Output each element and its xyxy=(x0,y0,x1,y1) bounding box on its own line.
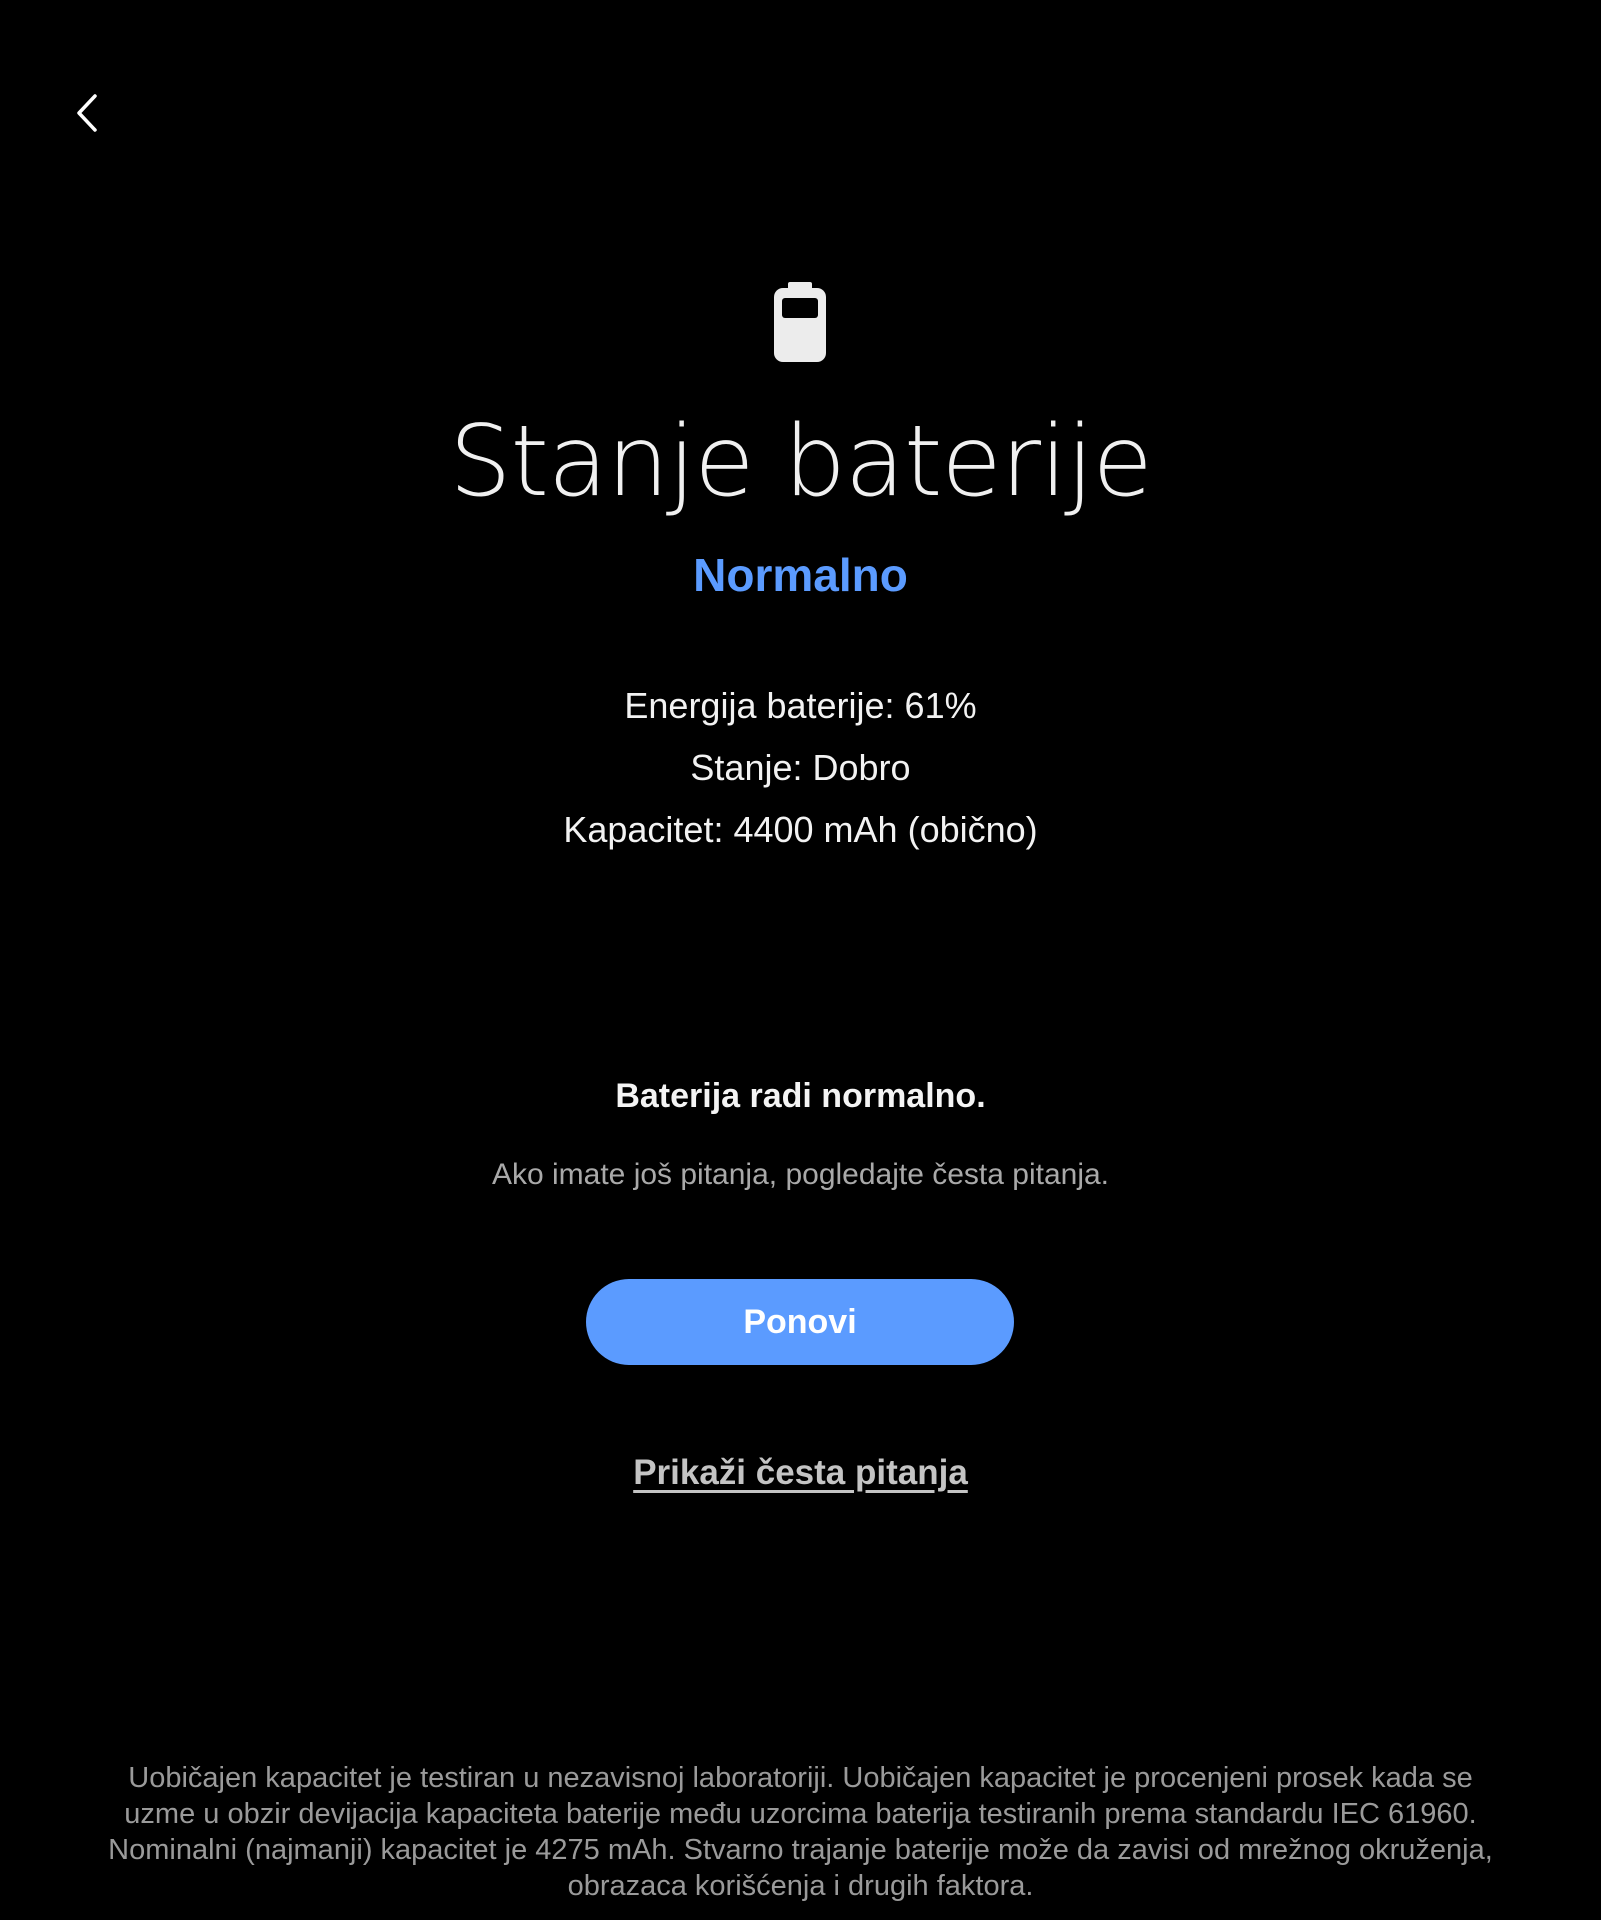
capacity-disclaimer: Uobičajen kapacitet je testiran u nezavi… xyxy=(108,1762,1493,1902)
retry-button[interactable]: Ponovi xyxy=(586,1279,1014,1365)
battery-energy-text: Energija baterije: 61% xyxy=(624,685,977,726)
faq-hint-text: Ako imate još pitanja, pogledajte česta … xyxy=(491,1158,1110,1191)
faq-link[interactable]: Prikaži česta pitanja xyxy=(633,1453,968,1492)
status-label: Normalno xyxy=(693,549,908,601)
result-message: Baterija radi normalno. xyxy=(615,1077,986,1115)
battery-capacity-text: Kapacitet: 4400 mAh (obično) xyxy=(563,809,1038,850)
battery-info-list: Energija baterije: 61% Stanje: Dobro Kap… xyxy=(0,675,1601,861)
chevron-left-icon xyxy=(77,94,97,132)
page-title: Stanje baterije xyxy=(449,405,1153,519)
battery-icon xyxy=(774,282,826,362)
faq-link-container: Prikaži česta pitanja xyxy=(0,1448,1601,1498)
back-button[interactable] xyxy=(62,86,112,140)
battery-condition-text: Stanje: Dobro xyxy=(690,747,911,788)
